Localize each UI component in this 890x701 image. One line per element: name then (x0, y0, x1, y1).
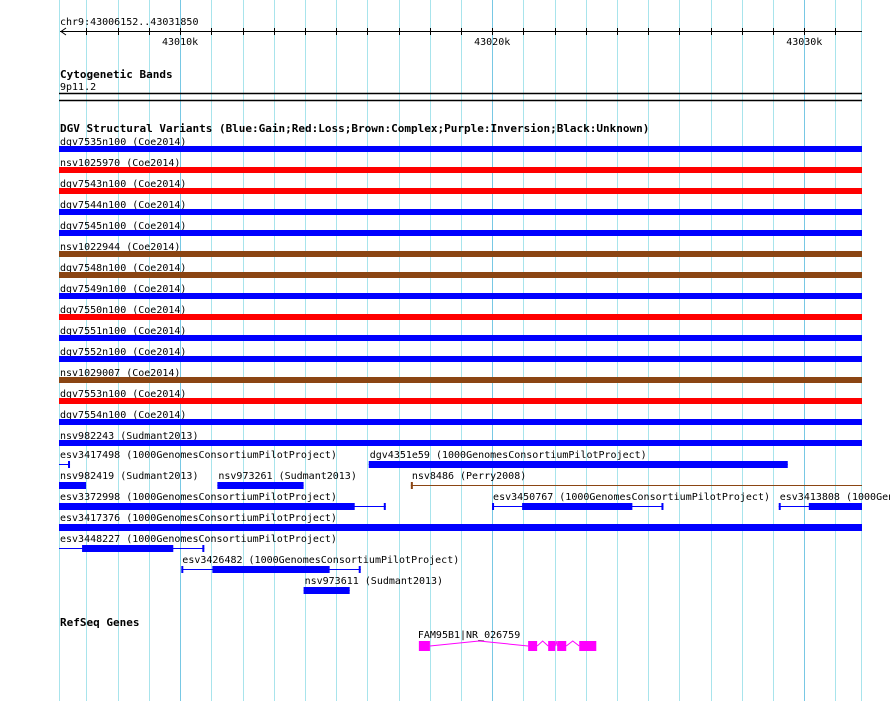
variant-feature[interactable]: dgv7545n100 (Coe2014) (59, 221, 862, 236)
genome-browser-panel: chr9:43006152..43031850 43010k 43020k 4303… (0, 0, 890, 701)
variant-bar[interactable] (368, 461, 788, 468)
variant-feature[interactable]: esv3413808 (1000GenomesConsortiumPilotPr… (778, 492, 890, 510)
refseq-track: RefSeq Genes FAM95B1|NR_026759 (60, 616, 597, 651)
variant-bar[interactable] (59, 524, 862, 531)
variant-bar[interactable] (59, 251, 862, 257)
gene-intron (536, 640, 549, 647)
variant-bar[interactable] (212, 566, 330, 573)
variant-feature[interactable]: dgv7549n100 (Coe2014) (59, 284, 862, 299)
variant-bar[interactable] (59, 440, 862, 446)
variant-bar[interactable] (59, 209, 862, 215)
variant-label: esv3426482 (1000GenomesConsortiumPilotPr… (182, 555, 459, 566)
variant-feature[interactable]: dgv7543n100 (Coe2014) (59, 179, 862, 194)
variant-feature[interactable]: esv3448227 (1000GenomesConsortiumPilotPr… (59, 534, 337, 552)
variant-bar[interactable] (59, 419, 862, 425)
dgv-track: DGV Structural Variants (Blue:Gain;Red:L… (59, 122, 890, 594)
variant-label: esv3413808 (1000GenomesConsortiumPilotPr… (780, 492, 890, 503)
variant-bar[interactable] (59, 167, 862, 173)
tracks-canvas: chr9:43006152..43031850 43010k 43020k 4303… (59, 0, 890, 701)
variant-bar[interactable] (59, 188, 862, 194)
variant-bar[interactable] (59, 293, 862, 299)
variant-label: nsv973611 (Sudmant2013) (305, 576, 443, 587)
variant-start-cap (410, 482, 413, 489)
variant-feature[interactable]: dgv7551n100 (Coe2014) (59, 326, 862, 341)
location-label: chr9:43006152..43031850 (60, 17, 198, 28)
variant-label: esv3417498 (1000GenomesConsortiumPilotPr… (60, 450, 337, 461)
variant-label: nsv8486 (Perry2008) (412, 471, 526, 482)
variant-label: esv3448227 (1000GenomesConsortiumPilotPr… (60, 534, 337, 545)
variant-feature[interactable]: dgv7548n100 (Coe2014) (59, 263, 862, 278)
variant-feature[interactable]: dgv7553n100 (Coe2014) (59, 389, 862, 404)
gene-exon[interactable] (557, 641, 567, 651)
gene-intron (429, 640, 529, 647)
variant-bar[interactable] (82, 545, 174, 552)
variant-feature[interactable]: nsv973261 (Sudmant2013) (217, 471, 357, 489)
variant-bar[interactable] (217, 482, 304, 489)
variant-feature[interactable]: esv3417376 (1000GenomesConsortiumPilotPr… (59, 513, 862, 531)
variant-bar[interactable] (808, 503, 862, 510)
gene-intron (565, 640, 580, 647)
variant-feature[interactable]: nsv1022944 (Coe2014) (59, 242, 862, 257)
cytoband-label[interactable]: 9p11.2 (60, 82, 96, 93)
ruler-tick-label: 43030k (786, 37, 822, 48)
gene-exon[interactable] (418, 641, 430, 651)
variant-feature[interactable]: esv3450767 (1000GenomesConsortiumPilotPr… (492, 492, 770, 510)
variant-bar[interactable] (59, 314, 862, 320)
variant-feature[interactable]: nsv1025970 (Coe2014) (59, 158, 862, 173)
variant-feature[interactable]: dgv7535n100 (Coe2014) (59, 137, 862, 152)
variant-feature[interactable]: dgv7544n100 (Coe2014) (59, 200, 862, 215)
gene-exon[interactable] (548, 641, 556, 651)
gene-feature[interactable]: FAM95B1|NR_026759 (418, 630, 597, 651)
variant-label: dgv4351e59 (1000GenomesConsortiumPilotPr… (370, 450, 647, 461)
variant-feature[interactable]: nsv1029007 (Coe2014) (59, 368, 862, 383)
variant-end-cap (661, 503, 664, 510)
ruler-tick-label: 43020k (474, 37, 510, 48)
ruler-tick-label: 43010k (162, 37, 198, 48)
variant-bar[interactable] (59, 146, 862, 152)
variant-label: nsv982419 (Sudmant2013) (60, 471, 198, 482)
variant-end-cap (202, 545, 205, 552)
variant-feature[interactable]: dgv7554n100 (Coe2014) (59, 410, 862, 425)
variant-bar[interactable] (59, 272, 862, 278)
gene-exon[interactable] (528, 641, 538, 651)
variant-start-cap (778, 503, 781, 510)
dgv-track-title: DGV Structural Variants (Blue:Gain;Red:L… (60, 122, 649, 135)
variant-feature[interactable]: nsv982243 (Sudmant2013) (59, 431, 862, 446)
variant-label: esv3417376 (1000GenomesConsortiumPilotPr… (60, 513, 337, 524)
variant-label: esv3450767 (1000GenomesConsortiumPilotPr… (493, 492, 770, 503)
variant-feature[interactable]: dgv7552n100 (Coe2014) (59, 347, 862, 362)
variant-feature[interactable]: esv3426482 (1000GenomesConsortiumPilotPr… (181, 555, 459, 573)
variant-start-cap (492, 503, 495, 510)
variant-feature[interactable]: esv3372998 (1000GenomesConsortiumPilotPr… (59, 492, 386, 510)
variant-feature[interactable]: nsv982419 (Sudmant2013) (59, 471, 198, 489)
variant-end-cap (383, 503, 386, 510)
variant-bar[interactable] (59, 482, 87, 489)
variant-end-cap (68, 461, 71, 468)
variant-feature[interactable]: nsv973611 (Sudmant2013) (303, 576, 443, 594)
variant-bar[interactable] (59, 503, 355, 510)
variant-bar[interactable] (59, 356, 862, 362)
variant-bar[interactable] (59, 398, 862, 404)
variant-bar[interactable] (59, 230, 862, 236)
variant-feature[interactable]: dgv4351e59 (1000GenomesConsortiumPilotPr… (368, 450, 788, 468)
variant-feature[interactable]: esv3417498 (1000GenomesConsortiumPilotPr… (59, 450, 337, 468)
variant-feature[interactable]: dgv7550n100 (Coe2014) (59, 305, 862, 320)
variant-end-cap (358, 566, 361, 573)
variant-feature[interactable]: nsv8486 (Perry2008) (410, 471, 862, 489)
gene-exon[interactable] (579, 641, 597, 651)
variant-bar[interactable] (522, 503, 633, 510)
cytoband-track-title: Cytogenetic Bands (60, 68, 173, 81)
variant-bar[interactable] (59, 335, 862, 341)
variant-label: nsv973261 (Sudmant2013) (218, 471, 356, 482)
cytoband-track: Cytogenetic Bands 9p11.2 (59, 68, 862, 102)
variant-bar[interactable] (59, 377, 862, 383)
refseq-track-title: RefSeq Genes (60, 616, 139, 629)
variant-bar[interactable] (303, 587, 350, 594)
gene-label: FAM95B1|NR_026759 (418, 630, 520, 641)
variant-label: esv3372998 (1000GenomesConsortiumPilotPr… (60, 492, 337, 503)
variant-start-cap (181, 566, 184, 573)
